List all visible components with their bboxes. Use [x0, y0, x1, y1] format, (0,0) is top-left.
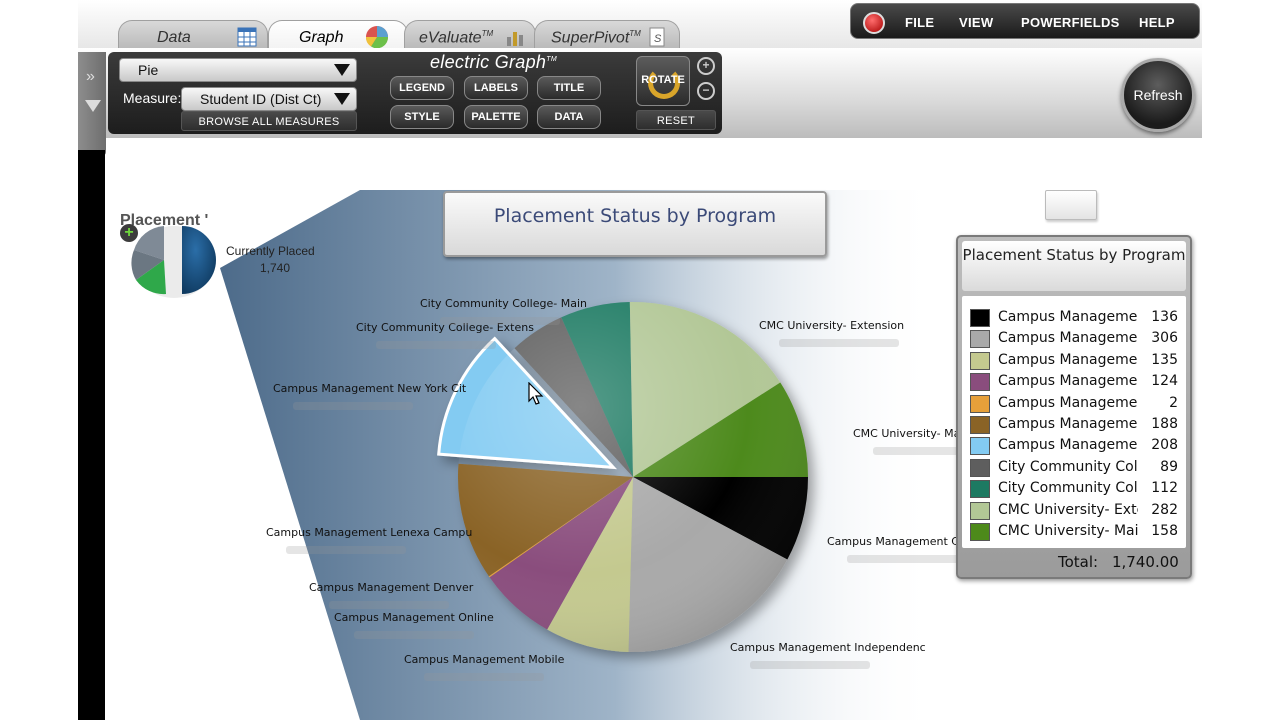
legend-value: 306 [1151, 330, 1178, 347]
slice-label-shadow [286, 546, 406, 554]
legend-name: Campus Management [998, 437, 1138, 454]
legend-panel[interactable]: Placement Status by Program Campus Manag… [956, 235, 1192, 579]
legend-value: 112 [1151, 480, 1178, 497]
slice-label: Campus Management Denver [309, 581, 474, 594]
slice-label: City Community College- Main [420, 297, 587, 310]
legend-item[interactable]: Campus Management 124 [968, 372, 1182, 392]
legend-item[interactable]: CMC University- Exte 282 [968, 501, 1182, 521]
legend-swatch [970, 351, 990, 370]
legend-title: Placement Status by Program [962, 241, 1186, 291]
slice-label-shadow [354, 631, 474, 639]
slice-label-shadow [329, 601, 449, 609]
legend-value: 89 [1160, 458, 1178, 475]
slice-label-shadow [779, 339, 899, 347]
legend-item[interactable]: CMC University- Main 158 [968, 522, 1182, 542]
slice-label-shadow [847, 555, 967, 563]
legend-name: CMC University- Exte [998, 501, 1138, 518]
legend-name: Campus Management [998, 373, 1138, 390]
slice-label-shadow [293, 402, 413, 410]
legend-swatch [970, 373, 990, 392]
legend-item[interactable]: Campus Management D 2 [968, 394, 1182, 414]
slice-label: CMC University- Main [853, 427, 971, 440]
left-margin [0, 0, 78, 720]
legend-swatch [970, 523, 990, 541]
legend-total-label: Total: [1058, 553, 1099, 571]
legend-item[interactable]: Campus Management 306 [968, 329, 1182, 349]
slice-label: Campus Management Cu [827, 535, 966, 548]
legend-list: Campus Management 136 Campus Management 306… [962, 296, 1186, 548]
legend-name: Campus Management [998, 309, 1138, 325]
legend-value: 188 [1151, 416, 1178, 432]
app-window: Data Graph eValuateTM SuperPivotTM S FIL… [78, 0, 1202, 720]
legend-value: 2 [1169, 394, 1178, 411]
legend-item[interactable]: City Community Colle 112 [968, 479, 1182, 499]
legend-value: 136 [1151, 309, 1178, 325]
slice-label: Campus Management Online [334, 611, 494, 624]
legend-item[interactable]: Campus Management 136 [968, 308, 1182, 328]
legend-swatch [970, 480, 990, 499]
slice-label: Campus Management Independenc [730, 641, 926, 654]
legend-item[interactable]: Campus Management 135 [968, 351, 1182, 371]
legend-value: 135 [1151, 351, 1178, 368]
legend-item[interactable]: Campus Management 188 [968, 415, 1182, 435]
legend-name: Campus Management [998, 416, 1138, 432]
legend-item[interactable]: Campus Management 208 [968, 436, 1182, 456]
legend-name: Campus Management [998, 330, 1138, 347]
legend-name: CMC University- Main [998, 523, 1138, 539]
right-margin [1202, 0, 1280, 720]
legend-swatch [970, 309, 990, 327]
legend-name: City Community Colle [998, 480, 1138, 497]
slice-label: Campus Management New York Cit [273, 382, 467, 395]
legend-swatch [970, 416, 990, 434]
legend-swatch [970, 394, 990, 413]
mouse-pointer-icon [528, 382, 544, 405]
legend-name: City Community Colleg [998, 458, 1138, 475]
legend-value: 282 [1151, 501, 1178, 518]
legend-swatch [970, 437, 990, 456]
legend-total-value: 1,740.00 [1112, 553, 1179, 571]
slice-label-shadow [750, 661, 870, 669]
legend-swatch [970, 501, 990, 520]
legend-name: Campus Management [998, 351, 1138, 368]
legend-name: Campus Management D [998, 394, 1138, 411]
slice-label-shadow [376, 341, 496, 349]
slice-label-shadow [440, 317, 560, 325]
legend-item[interactable]: City Community Colleg 89 [968, 458, 1182, 478]
legend-swatch [970, 330, 990, 349]
legend-value: 124 [1151, 373, 1178, 390]
legend-value: 158 [1151, 523, 1178, 539]
legend-swatch [970, 458, 990, 477]
legend-value: 208 [1151, 437, 1178, 454]
slice-label: Campus Management Lenexa Campu [266, 526, 473, 539]
slice-label: Campus Management Mobile [404, 653, 565, 666]
slice-label-shadow [424, 673, 544, 681]
slice-label: CMC University- Extension [759, 319, 905, 332]
